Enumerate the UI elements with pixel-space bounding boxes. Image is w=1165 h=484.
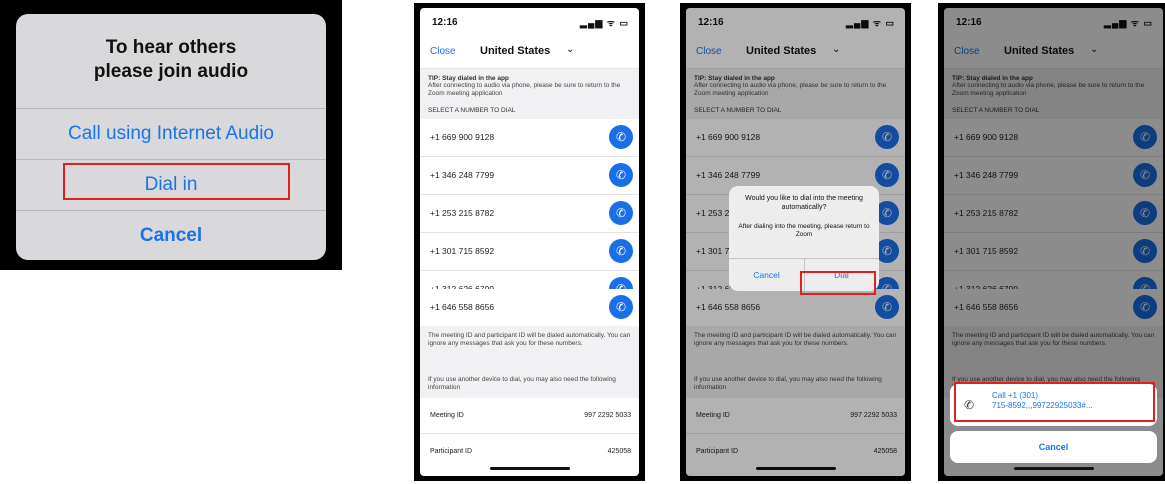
number-row[interactable]: +1 646 558 8656 ✆ [420,289,639,327]
number-row[interactable]: +1 669 900 9128 ✆ [420,119,639,157]
dial-in-highlight [63,163,290,200]
phone-dial-list: 12:16 ▂▄▆ ᯤ ▭ Close United States ⌄ TIP:… [414,3,645,481]
home-indicator [1014,467,1094,470]
number-row[interactable]: +1 346 248 7799 ✆ [420,157,639,195]
dial-highlight [800,271,876,295]
dial-list-screen: 12:16 ▂▄▆ ᯤ ▭ Close United States ⌄ TIP:… [420,8,639,476]
other-device-info: If you use another device to dial, you m… [428,376,616,391]
title-line-2: please join audio [93,61,249,82]
alert-sub-message: After dialing into the meeting, please r… [738,223,870,238]
dial-alert-screen: 12:16 ▂▄▆ ᯤ ▭ Close United States ⌄ TIP:… [686,8,905,476]
number-row[interactable]: +1 301 715 8592 ✆ [420,233,639,271]
close-button[interactable]: Close [430,46,456,57]
phone-number: +1 346 248 7799 [430,170,495,180]
phone-number: +1 301 715 8592 [430,246,495,256]
internet-audio-button[interactable]: Call using Internet Audio [16,108,326,159]
meeting-id-label: Meeting ID [430,412,464,419]
cancel-button[interactable]: Cancel [16,210,326,260]
tip-section: TIP: Stay dialed in the app After connec… [420,69,639,119]
phone-number: +1 253 215 8782 [430,208,495,218]
status-bar: 12:16 ▂▄▆ ᯤ ▭ [420,8,639,32]
home-indicator [490,467,570,470]
participant-id-value: 425058 [607,448,631,455]
phone-number: +1 646 558 8656 [430,302,495,312]
action-cancel-button[interactable]: Cancel [950,431,1157,463]
number-row[interactable]: +1 253 215 8782 ✆ [420,195,639,233]
phone-call-icon[interactable]: ✆ [609,201,633,225]
alert-cancel-button[interactable]: Cancel [729,259,804,291]
join-audio-sheet: To hear others please join audio Call us… [16,14,326,260]
join-audio-title: To hear others please join audio [16,36,326,84]
select-number-label: SELECT A NUMBER TO DIAL [428,107,516,114]
phone-call-sheet: 12:16 ▂▄▆ ᯤ ▭ Close United States ⌄ TIP:… [938,3,1165,481]
tip-title: TIP: Stay dialed in the app [428,75,509,82]
title-line-1: To hear others [105,37,237,58]
signal-wifi-battery-icon: ▂▄▆ ᯤ ▭ [580,18,629,28]
call-sheet-screen: 12:16 ▂▄▆ ᯤ ▭ Close United States ⌄ TIP:… [944,8,1163,476]
phone-number: +1 669 900 9128 [430,132,495,142]
status-time: 12:16 [432,17,458,28]
phone-call-icon[interactable]: ✆ [609,163,633,187]
country-selector[interactable]: United States [480,45,550,57]
meeting-id-value: 997 2292 5033 [584,412,631,419]
nav-bar: Close United States ⌄ [420,36,639,69]
tip-body: After connecting to audio via phone, ple… [428,82,621,97]
phone-dial-alert: 12:16 ▂▄▆ ᯤ ▭ Close United States ⌄ TIP:… [680,3,911,481]
chevron-down-icon: ⌄ [566,44,575,55]
alert-message: Would you like to dial into the meeting … [745,195,863,211]
auto-dial-info: The meeting ID and participant ID will b… [428,332,631,347]
meeting-id-row: Meeting ID 997 2292 5033 [420,398,639,434]
participant-id-row: Participant ID 425058 [420,434,639,469]
phone-call-icon[interactable]: ✆ [609,125,633,149]
phone-call-icon[interactable]: ✆ [609,295,633,319]
phone-call-icon[interactable]: ✆ [609,239,633,263]
participant-id-label: Participant ID [430,448,473,455]
info-section: The meeting ID and participant ID will b… [420,326,639,398]
join-audio-panel: To hear others please join audio Call us… [0,0,342,270]
call-highlight [954,382,1155,422]
